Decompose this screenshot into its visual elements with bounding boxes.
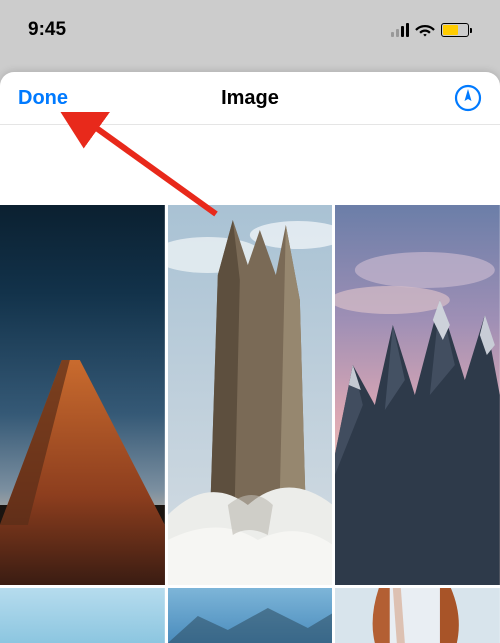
status-bar: 9:45 <box>0 0 500 60</box>
image-thumbnail[interactable] <box>0 205 165 585</box>
image-thumbnail[interactable] <box>335 205 500 585</box>
image-thumbnail[interactable] <box>168 588 333 643</box>
image-sheet: Done Image <box>0 72 500 643</box>
battery-icon <box>441 23 472 37</box>
image-thumbnail[interactable] <box>335 588 500 643</box>
image-thumbnail[interactable] <box>168 205 333 585</box>
page-title: Image <box>221 87 279 110</box>
image-thumbnail[interactable] <box>0 588 165 643</box>
wifi-icon <box>415 23 435 37</box>
status-time: 9:45 <box>28 19 66 41</box>
markup-button[interactable] <box>454 84 482 112</box>
done-button[interactable]: Done <box>18 87 68 110</box>
status-icons <box>391 23 472 37</box>
image-grid <box>0 205 500 643</box>
content-spacer <box>0 125 500 205</box>
nav-bar: Done Image <box>0 72 500 125</box>
cellular-signal-icon <box>391 23 409 37</box>
